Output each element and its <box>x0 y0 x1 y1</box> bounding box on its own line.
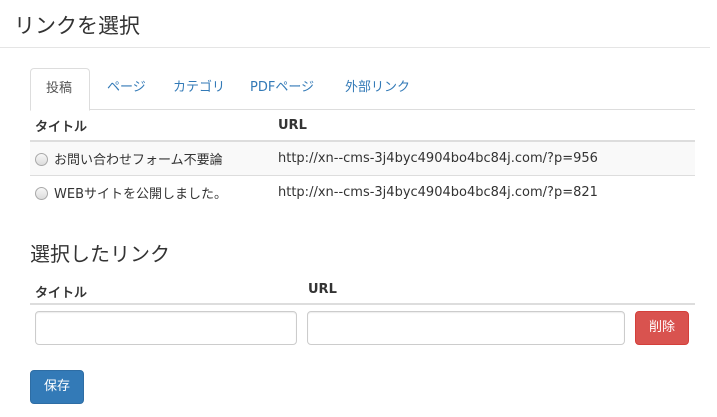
tab-bar: 投稿 ページ カテゴリ PDFページ 外部リンク <box>30 68 695 111</box>
row-title-cell: お問い合わせフォーム不要論 <box>30 140 273 175</box>
tab-pdf-pages[interactable]: PDFページ <box>235 68 329 110</box>
selected-header-divider <box>30 303 695 305</box>
row-radio[interactable] <box>35 152 48 166</box>
link-table: タイトル URL お問い合わせフォーム不要論 http://xn--cms-3j… <box>30 110 695 209</box>
tab-posts[interactable]: 投稿 <box>30 68 90 111</box>
tab-categories[interactable]: カテゴリ <box>158 68 240 110</box>
selected-link-heading: 選択したリンク <box>30 242 170 266</box>
table-row[interactable]: お問い合わせフォーム不要論 http://xn--cms-3j4byc4904b… <box>30 140 695 175</box>
table-row[interactable]: WEBサイトを公開しました。 http://xn--cms-3j4byc4904… <box>30 174 695 209</box>
row-url: http://xn--cms-3j4byc4904bo4bc84j.com/?p… <box>273 140 695 175</box>
selected-url-input[interactable] <box>307 311 625 345</box>
row-url: http://xn--cms-3j4byc4904bo4bc84j.com/?p… <box>273 174 695 209</box>
tab-external-links[interactable]: 外部リンク <box>330 68 425 110</box>
table-header-row: タイトル URL <box>30 110 695 142</box>
selected-url-header: URL <box>308 282 337 297</box>
title-divider <box>0 47 710 48</box>
tab-pages[interactable]: ページ <box>92 68 161 110</box>
selected-title-input[interactable] <box>35 311 297 345</box>
column-header-url: URL <box>273 110 695 142</box>
delete-button[interactable]: 削除 <box>635 311 689 345</box>
modal-title: リンクを選択 <box>14 14 140 38</box>
save-button[interactable]: 保存 <box>30 370 84 404</box>
row-title: お問い合わせフォーム不要論 <box>54 152 223 168</box>
selected-title-header: タイトル <box>35 286 88 301</box>
row-title-cell: WEBサイトを公開しました。 <box>30 174 273 209</box>
column-header-title: タイトル <box>30 110 273 142</box>
row-radio[interactable] <box>35 186 48 200</box>
row-title: WEBサイトを公開しました。 <box>54 186 227 202</box>
link-select-modal: リンクを選択 投稿 ページ カテゴリ PDFページ 外部リンク タイトル URL… <box>0 0 717 417</box>
